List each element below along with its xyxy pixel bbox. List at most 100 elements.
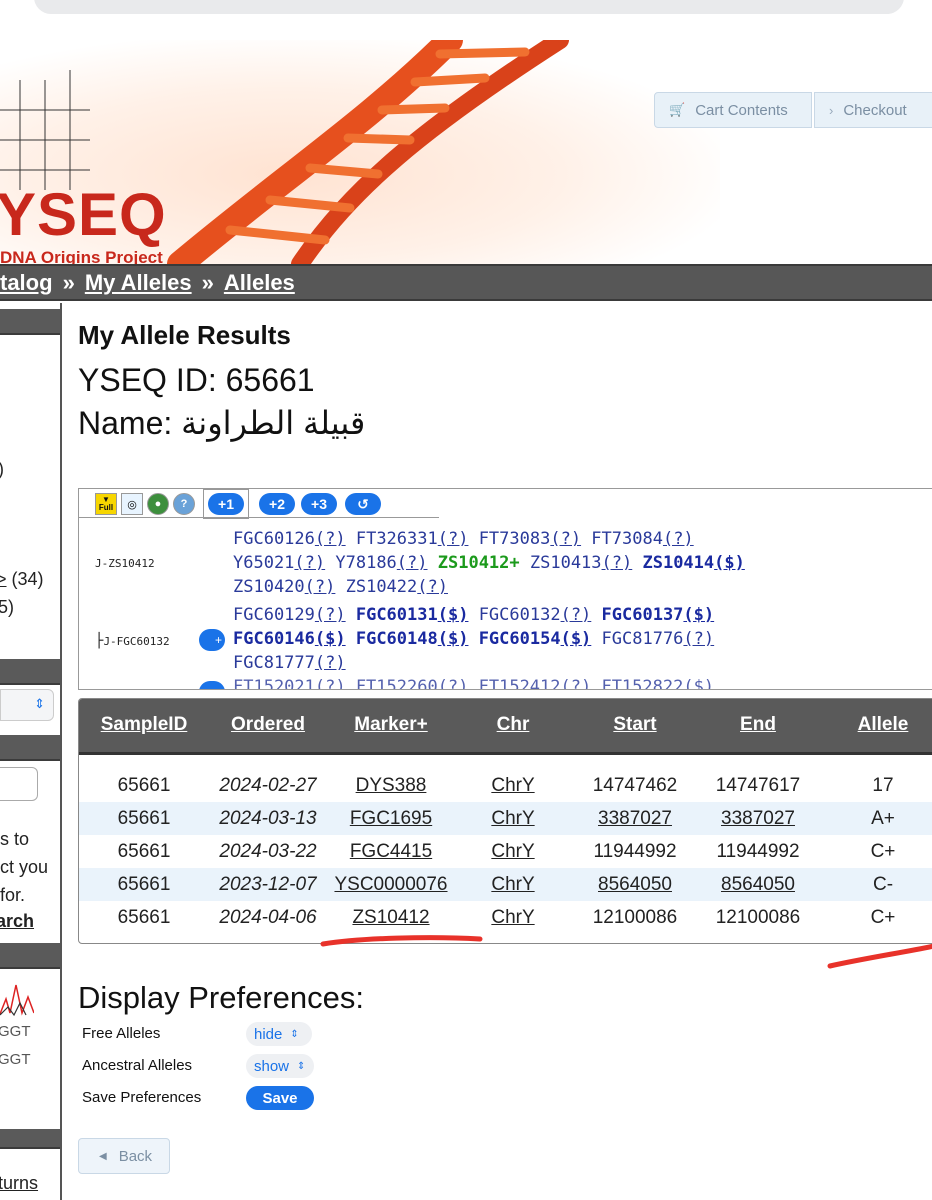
table-cell-ordered: 2024-03-22	[219, 840, 317, 862]
breadcrumb-catalog[interactable]: talog	[0, 270, 53, 296]
back-button[interactable]: ◀ Back	[78, 1138, 170, 1174]
expand-plus1-button[interactable]: +1	[208, 493, 244, 515]
table-cell-start[interactable]: 3387027	[571, 802, 699, 835]
advanced-search-link[interactable]: arch	[0, 911, 34, 932]
snp-token[interactable]: (?)	[315, 605, 346, 625]
help-icon[interactable]: ?	[173, 493, 195, 515]
sidebar-search-input[interactable]	[0, 767, 38, 801]
column-header-ordered[interactable]: Ordered	[209, 699, 327, 753]
chevron-updown-icon: ⇕	[290, 1028, 299, 1040]
snp-token: FGC81776	[591, 629, 684, 649]
snp-token[interactable]: (?)	[417, 577, 448, 597]
table-row: 65661 2024-03-13 FGC1695 ChrY 3387027 3387027…	[79, 802, 932, 835]
site-logo[interactable]: YSEQ	[0, 180, 167, 249]
table-cell-marker[interactable]: FGC4415	[327, 835, 455, 868]
snp-token[interactable]: ($)	[315, 629, 346, 649]
table-cell-start[interactable]: 8564050	[571, 868, 699, 901]
back-arrow-icon: ◀	[99, 1150, 107, 1162]
expand-plus3-button[interactable]: +3	[301, 493, 337, 515]
snp-token[interactable]: (?)	[550, 529, 581, 549]
column-header-chr[interactable]: Chr	[455, 699, 571, 753]
snp-token: FGC60132	[468, 605, 561, 625]
snp-token: ZS10422	[335, 577, 418, 597]
column-header-allele[interactable]: Allele	[817, 699, 932, 753]
sidebar-header-bar	[0, 659, 60, 685]
snp-token: FGC60154	[468, 629, 561, 649]
table-cell-chr[interactable]: ChrY	[455, 802, 571, 835]
column-header-start[interactable]: Start	[571, 699, 699, 753]
table-cell-chr[interactable]: ChrY	[455, 868, 571, 901]
snp-token[interactable]: ($)	[683, 605, 714, 625]
ancestral-alleles-select[interactable]: show ⇕	[246, 1054, 314, 1078]
tree-node-j-zs10412[interactable]: J-ZS10412	[95, 557, 155, 570]
tree-node-j-fgc60132[interactable]: ├J-FGC60132	[95, 633, 170, 649]
snp-token[interactable]: (?)	[683, 629, 714, 649]
tree-row-cutoff: FT152021(?) FT152260(?) FT152412(?) FT15…	[233, 677, 715, 690]
sidebar-header-bar	[0, 309, 60, 335]
full-view-label: Full	[98, 503, 114, 512]
table-cell-end: 12100086	[715, 906, 801, 928]
save-button[interactable]: Save	[246, 1086, 314, 1110]
table-cell-marker[interactable]: FGC1695	[327, 802, 455, 835]
expand-plus2-button[interactable]: +2	[259, 493, 295, 515]
column-header-end[interactable]: End	[699, 699, 817, 753]
save-preferences-label: Save Preferences	[82, 1089, 202, 1106]
snp-token: ZS10414	[632, 553, 715, 573]
table-cell-end[interactable]: 3387027	[699, 802, 817, 835]
snp-token: Y65021	[233, 553, 295, 573]
sidebar-help-text: for.	[0, 885, 26, 905]
reset-icon[interactable]: ↺	[345, 493, 381, 515]
dna-sequence-text: GGT	[0, 1051, 31, 1068]
snp-token: FGC60146	[233, 629, 315, 649]
snp-token[interactable]: ($)	[438, 629, 469, 649]
sidebar-text: )	[0, 459, 4, 480]
snp-token: FGC60148	[345, 629, 438, 649]
snp-token[interactable]: (?)	[305, 577, 336, 597]
snp-token[interactable]: (?)	[315, 653, 346, 673]
snp-token[interactable]: (?)	[561, 605, 592, 625]
chevron-updown-icon: ⇕	[34, 696, 45, 711]
column-header-marker[interactable]: Marker+	[327, 699, 455, 753]
page: YSEQ DNA Origins Project 🛒 Cart Contents…	[0, 0, 932, 1200]
cart-icon: 🛒	[669, 102, 686, 117]
table-cell-allele: C-	[872, 873, 894, 895]
snp-token[interactable]: (?)	[315, 529, 346, 549]
snp-token[interactable]: (?)	[294, 553, 325, 573]
map-icon[interactable]: ◎	[121, 493, 143, 515]
tree-snp-row: ZS10420(?) ZS10422(?)	[233, 575, 448, 599]
free-alleles-select[interactable]: hide ⇕	[246, 1022, 312, 1046]
breadcrumb-alleles[interactable]: Alleles	[224, 270, 295, 296]
address-bar[interactable]	[34, 0, 904, 14]
sidebar-select[interactable]: ⇕	[0, 689, 54, 721]
checkout-button[interactable]: › Checkout	[814, 92, 932, 128]
yseq-id: YSEQ ID: 65661	[78, 362, 315, 398]
table-cell-ordered: 2024-02-27	[219, 774, 317, 796]
snp-token[interactable]: (?)	[397, 553, 428, 573]
column-header-sampleid[interactable]: SampleID	[79, 699, 209, 753]
expand-node-button[interactable]	[199, 681, 225, 689]
display-preferences-title: Display Preferences:	[78, 980, 365, 1015]
tree-toolbar: ▼ Full ◎ ● ? +1 +2 +3 ↺	[95, 489, 381, 519]
breadcrumb: talog » My Alleles » Alleles	[0, 264, 932, 301]
table-cell-chr[interactable]: ChrY	[455, 769, 571, 802]
table-cell-marker[interactable]: YSC0000076	[327, 868, 455, 901]
table-cell-chr[interactable]: ChrY	[455, 835, 571, 868]
snp-token[interactable]: (?)	[663, 529, 694, 549]
snp-token[interactable]: ($)	[438, 605, 469, 625]
table-cell-marker[interactable]: DYS388	[327, 769, 455, 802]
cart-contents-button[interactable]: 🛒 Cart Contents	[654, 92, 812, 128]
table-cell-end[interactable]: 8564050	[699, 868, 817, 901]
snp-token[interactable]: ($)	[561, 629, 592, 649]
full-view-button[interactable]: ▼ Full	[95, 493, 117, 515]
snp-token[interactable]: (?)	[438, 529, 469, 549]
snp-token[interactable]: ($)	[714, 553, 745, 573]
expand-node-button[interactable]: +	[199, 629, 225, 651]
returns-link[interactable]: turns	[0, 1173, 38, 1194]
globe-icon[interactable]: ●	[147, 493, 169, 515]
breadcrumb-my-alleles[interactable]: My Alleles	[85, 270, 192, 296]
snp-token[interactable]: (?)	[602, 553, 633, 573]
table-cell-sampleid: 65661	[117, 840, 171, 862]
snp-token: FGC60129	[233, 605, 315, 625]
site-tagline: DNA Origins Project	[0, 248, 163, 264]
sidebar-link-count[interactable]: > (34)	[0, 569, 44, 590]
